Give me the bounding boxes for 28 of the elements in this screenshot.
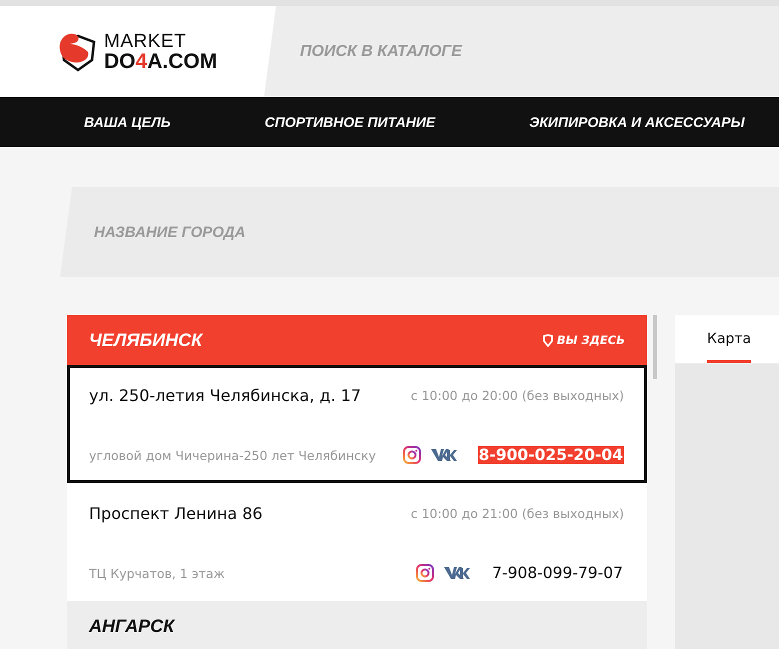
store-hours: с 10:00 до 21:00 (без выходных) <box>410 506 624 521</box>
phone-link[interactable]: 7-908-099-79-07 <box>491 564 624 582</box>
city-search-field[interactable]: НАЗВАНИЕ ГОРОДА <box>60 187 779 277</box>
vk-icon[interactable] <box>443 565 472 581</box>
instagram-icon[interactable] <box>415 563 436 583</box>
location-icon <box>542 334 553 346</box>
store-address: ул. 250-летия Челябинска, д. 17 <box>89 386 362 405</box>
store-hours: с 10:00 до 20:00 (без выходных) <box>410 388 624 403</box>
logo-text: MARKET <box>104 32 188 50</box>
phone-link[interactable]: 8-900-025-20-04 <box>478 446 624 464</box>
store-note: ТЦ Курчатов, 1 этаж <box>89 566 225 580</box>
search-field[interactable]: ПОИСК В КАТАЛОГЕ <box>264 6 779 97</box>
store-note: угловой дом Чичерина-250 лет Челябинску <box>89 448 376 462</box>
store-address: Проспект Ленина 86 <box>89 504 263 523</box>
city-name: АНГАРСК <box>89 616 174 636</box>
nav-link[interactable]: СПОРТИВНОЕ ПИТАНИЕ <box>264 114 436 130</box>
logo-text: DO4A.COM <box>104 50 218 72</box>
nav-link[interactable]: ЭКИПИРОВКА И АКСЕССУАРЫ <box>529 114 745 130</box>
scrollbar[interactable] <box>653 315 657 379</box>
store-card[interactable]: Проспект Ленина 86 с 10:00 до 21:00 (без выходных) ТЦ Курчатов, 1 этаж 7-908-099-79-07 <box>67 483 647 601</box>
vk-icon[interactable] <box>430 447 458 463</box>
city-header[interactable]: ЧЕЛЯБИНСК ВЫ ЗДЕСЬ <box>67 315 647 365</box>
you-are-here-text: ВЫ ЗДЕСЬ <box>556 333 625 347</box>
city-name: ЧЕЛЯБИНСК <box>89 330 202 350</box>
store-card[interactable]: ул. 250-летия Челябинска, д. 17 с 10:00 до 20:00 (без выходных) угловой дом Чичерина-250 лет Челябинску 8-900-025-20-04 <box>67 365 647 483</box>
instagram-icon[interactable] <box>402 445 422 465</box>
city-header[interactable]: АНГАРСК <box>67 601 647 649</box>
nav-link[interactable]: ВАША ЦЕЛЬ <box>84 114 171 130</box>
